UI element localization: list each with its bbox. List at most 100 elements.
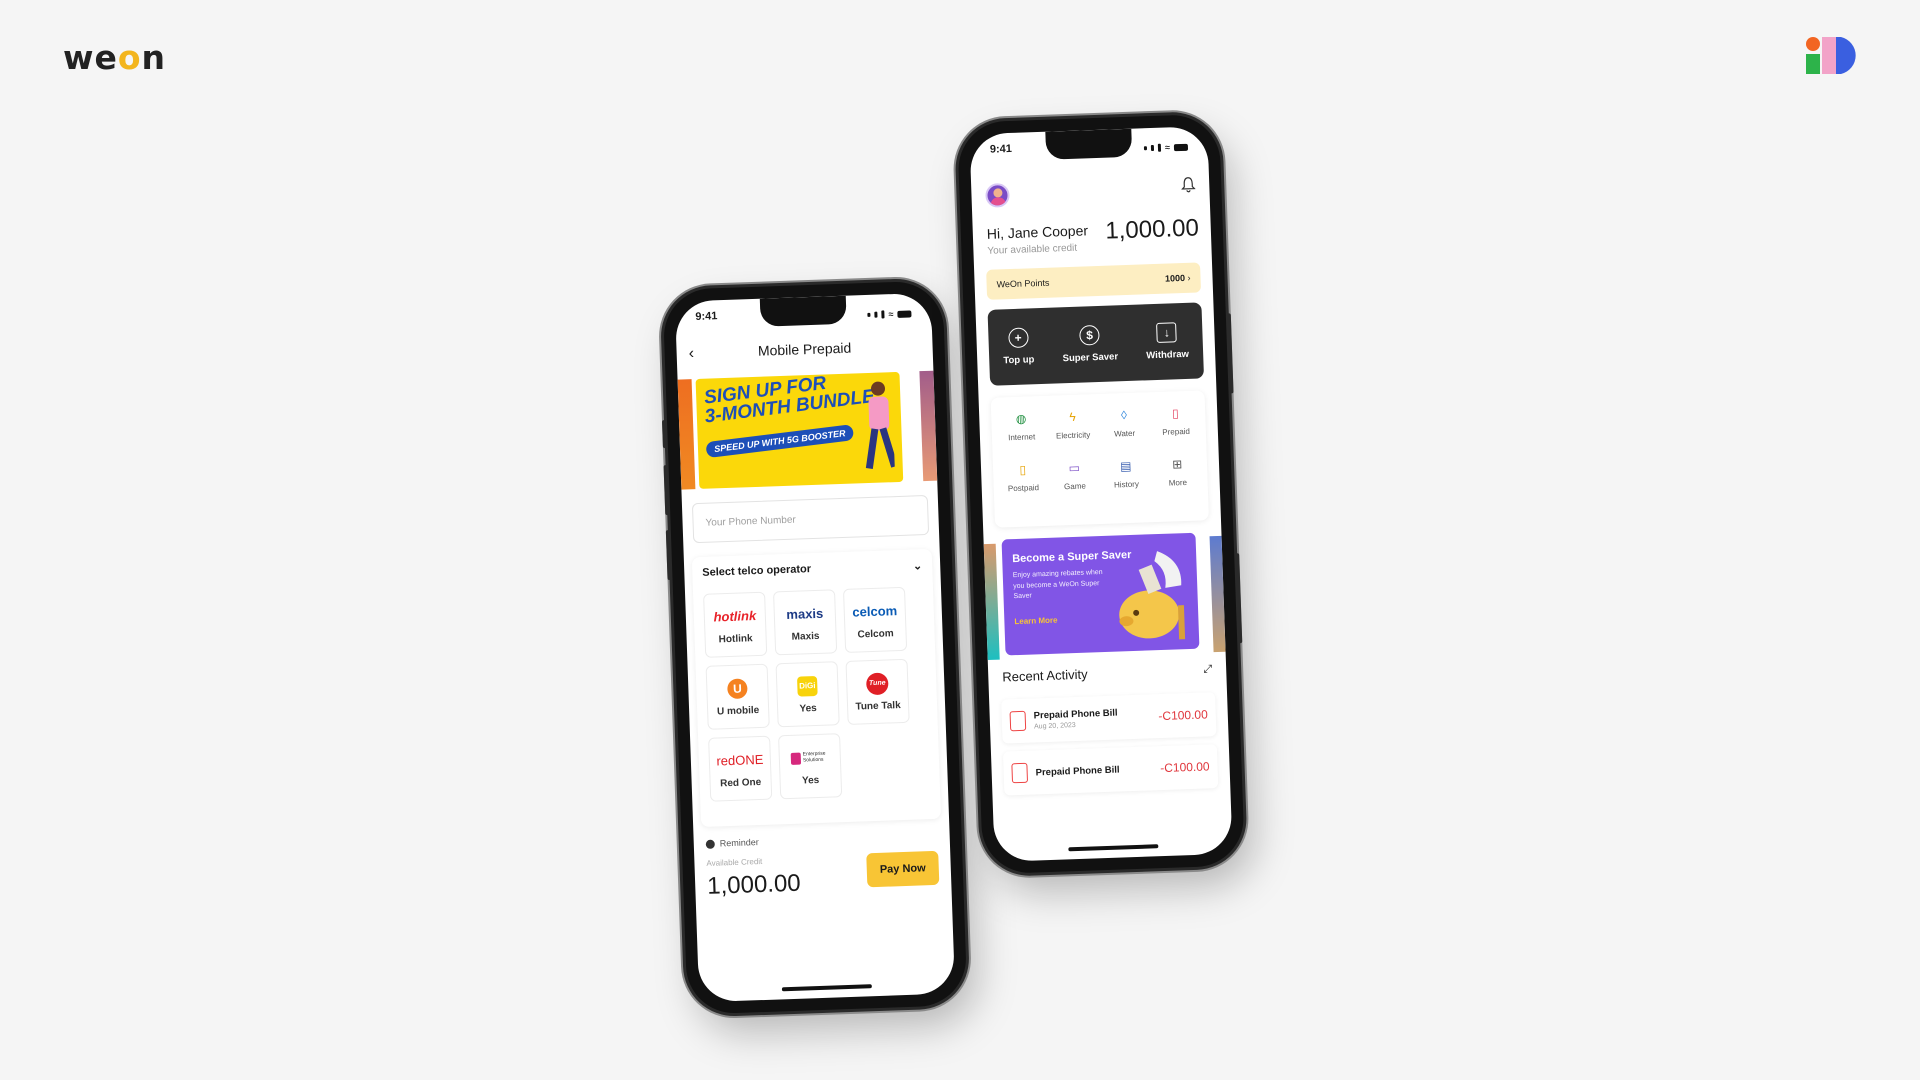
recent-activity-title: Recent Activity (1002, 666, 1088, 685)
service-postpaid[interactable]: ▯ Postpaid (997, 461, 1050, 514)
service-internet[interactable]: ◍ Internet (995, 410, 1048, 463)
service-history[interactable]: ▤ History (1100, 457, 1153, 510)
studio-logo-icon (1806, 37, 1856, 74)
service-water[interactable]: ◊ Water (1098, 406, 1151, 459)
globe-icon: ◍ (1015, 411, 1027, 426)
operator-yes-enterprise[interactable]: Enterprise Solutions Yes (778, 733, 843, 800)
page-title: Mobile Prepaid (757, 339, 852, 359)
super-saver-button[interactable]: $ Super Saver (1062, 324, 1118, 364)
banner-person-illustration (865, 381, 896, 469)
phone-home-dashboard: 9:41 ≈ Hi, Jane Cooper Your available cr… (956, 113, 1246, 875)
service-label: History (1113, 479, 1140, 490)
reminder-label: Reminder (719, 837, 759, 849)
status-icons: ≈ (867, 303, 912, 325)
action-label: Top up (1003, 354, 1035, 367)
operator-name: Red One (719, 776, 762, 789)
bolt-icon: ϟ (1069, 409, 1076, 425)
service-more[interactable]: ⊞ More (1151, 455, 1204, 508)
redone-logo: redONE (716, 751, 764, 769)
quick-actions: + Top up $ Super Saver ↓ Withdraw (987, 302, 1205, 386)
operator-digi[interactable]: DiGi Yes (775, 661, 840, 728)
phone-side-button (1226, 313, 1234, 394)
operator-umobile[interactable]: U U mobile (705, 663, 770, 730)
points-value: 1000 (1164, 272, 1186, 284)
tunetalk-logo-text: Tune (865, 671, 889, 695)
activity-item[interactable]: Prepaid Phone Bill Aug 20, 2023 -C100.00 (1001, 692, 1217, 744)
activity-date: Aug 20, 2023 (1033, 722, 1076, 731)
available-credit-amount: 1,000.00 (706, 869, 802, 900)
wifi-icon: ≈ (888, 309, 894, 320)
telco-operator-panel: Select telco operator ⌄ hotlink Hotlink … (691, 548, 942, 828)
operator-maxis[interactable]: maxis Maxis (773, 589, 838, 656)
operator-celcom[interactable]: celcom Celcom (842, 586, 908, 653)
promo-banner[interactable]: SIGN UP FOR 3-MONTH BUNDLE SPEED UP WITH… (695, 371, 904, 489)
digi-logo: DiGi (796, 674, 818, 697)
recent-activity-header: Recent Activity ⤢ (1002, 662, 1212, 684)
operator-name: Celcom (857, 627, 894, 641)
plus-circle-icon: + (1007, 327, 1029, 349)
operator-name: Maxis (791, 630, 820, 643)
service-label: Game (1063, 481, 1087, 492)
super-saver-promo[interactable]: Become a Super Saver Enjoy amazing rebat… (1001, 532, 1200, 656)
operator-name: Yes (799, 702, 817, 715)
status-time: 9:41 (695, 310, 718, 323)
dollar-circle-icon: $ (1079, 324, 1100, 346)
status-time: 9:41 (989, 142, 1013, 156)
wifi-icon: ≈ (1164, 142, 1171, 153)
avatar[interactable] (985, 183, 1010, 208)
phone-notch (759, 295, 847, 327)
drop-icon: ◊ (1120, 408, 1128, 423)
expand-icon[interactable]: ⤢ (1203, 663, 1212, 676)
chevron-down-icon[interactable]: ⌄ (913, 559, 923, 572)
operator-name: Tune Talk (855, 699, 901, 713)
celcom-logo: celcom (852, 603, 898, 620)
phone-side-button (663, 465, 670, 516)
operator-name: Yes (801, 774, 820, 787)
history-icon: ▤ (1119, 458, 1132, 474)
promo-peek-left (983, 543, 1000, 661)
weon-logo: weon (63, 38, 166, 77)
service-label: Prepaid (1162, 426, 1191, 437)
operator-select-header[interactable]: Select telco operator ⌄ (702, 559, 922, 580)
umobile-logo: U (727, 677, 748, 700)
bell-icon[interactable] (1180, 177, 1196, 193)
activity-item[interactable]: Prepaid Phone Bill -C100.00 (1002, 744, 1219, 796)
withdraw-button[interactable]: ↓ Withdraw (1145, 322, 1189, 361)
operator-hotlink[interactable]: hotlink Hotlink (703, 591, 768, 658)
operator-redone[interactable]: redONE Red One (708, 735, 773, 802)
available-credit-label: Available Credit (706, 856, 763, 868)
service-label: More (1168, 477, 1188, 488)
tunetalk-logo: Tune (865, 671, 889, 695)
pay-now-button[interactable]: Pay Now (866, 850, 940, 888)
reminder-note: Reminder (705, 837, 759, 849)
operator-name: Hotlink (718, 632, 753, 645)
available-credit-caption: Your available credit (987, 242, 1078, 257)
phone-number-input[interactable]: Your Phone Number (691, 494, 930, 544)
withdraw-icon: ↓ (1156, 322, 1178, 343)
balance-amount: 1,000.00 (1104, 214, 1200, 245)
greeting: Hi, Jane Cooper (986, 222, 1089, 242)
service-game[interactable]: ▭ Game (1048, 459, 1101, 512)
weon-points-bar[interactable]: WeOn Points 1000 › (986, 262, 1202, 300)
logo-text-pre: we (63, 38, 118, 77)
service-label: Electricity (1055, 430, 1091, 441)
top-up-button[interactable]: + Top up (1002, 327, 1035, 367)
battery-icon (897, 309, 912, 318)
phone-screen: 9:41 ≈ Hi, Jane Cooper Your available cr… (969, 126, 1233, 862)
operator-tunetalk[interactable]: Tune Tune Talk (845, 658, 910, 725)
services-grid: ◍ Internet ϟ Electricity ◊ Water ▯ Prepa… (990, 390, 1209, 528)
banner-line-3: SPEED UP WITH 5G BOOSTER (705, 424, 855, 459)
service-prepaid[interactable]: ▯ Prepaid (1149, 404, 1202, 457)
service-label: Water (1113, 428, 1136, 439)
phone-number-placeholder: Your Phone Number (705, 514, 796, 529)
activity-name: Prepaid Phone Bill (1035, 764, 1120, 778)
piggy-bank-illustration (1119, 551, 1186, 640)
enterprise-logo-text: Enterprise Solutions (802, 750, 826, 763)
activity-amount: -C100.00 (1158, 707, 1209, 724)
digi-logo-text: DiGi (796, 675, 818, 697)
service-electricity[interactable]: ϟ Electricity (1047, 408, 1100, 461)
phone-bill-icon (1009, 710, 1027, 732)
service-label: Internet (1007, 432, 1036, 443)
phone-notch (1045, 128, 1133, 160)
service-label: Postpaid (1007, 483, 1040, 494)
